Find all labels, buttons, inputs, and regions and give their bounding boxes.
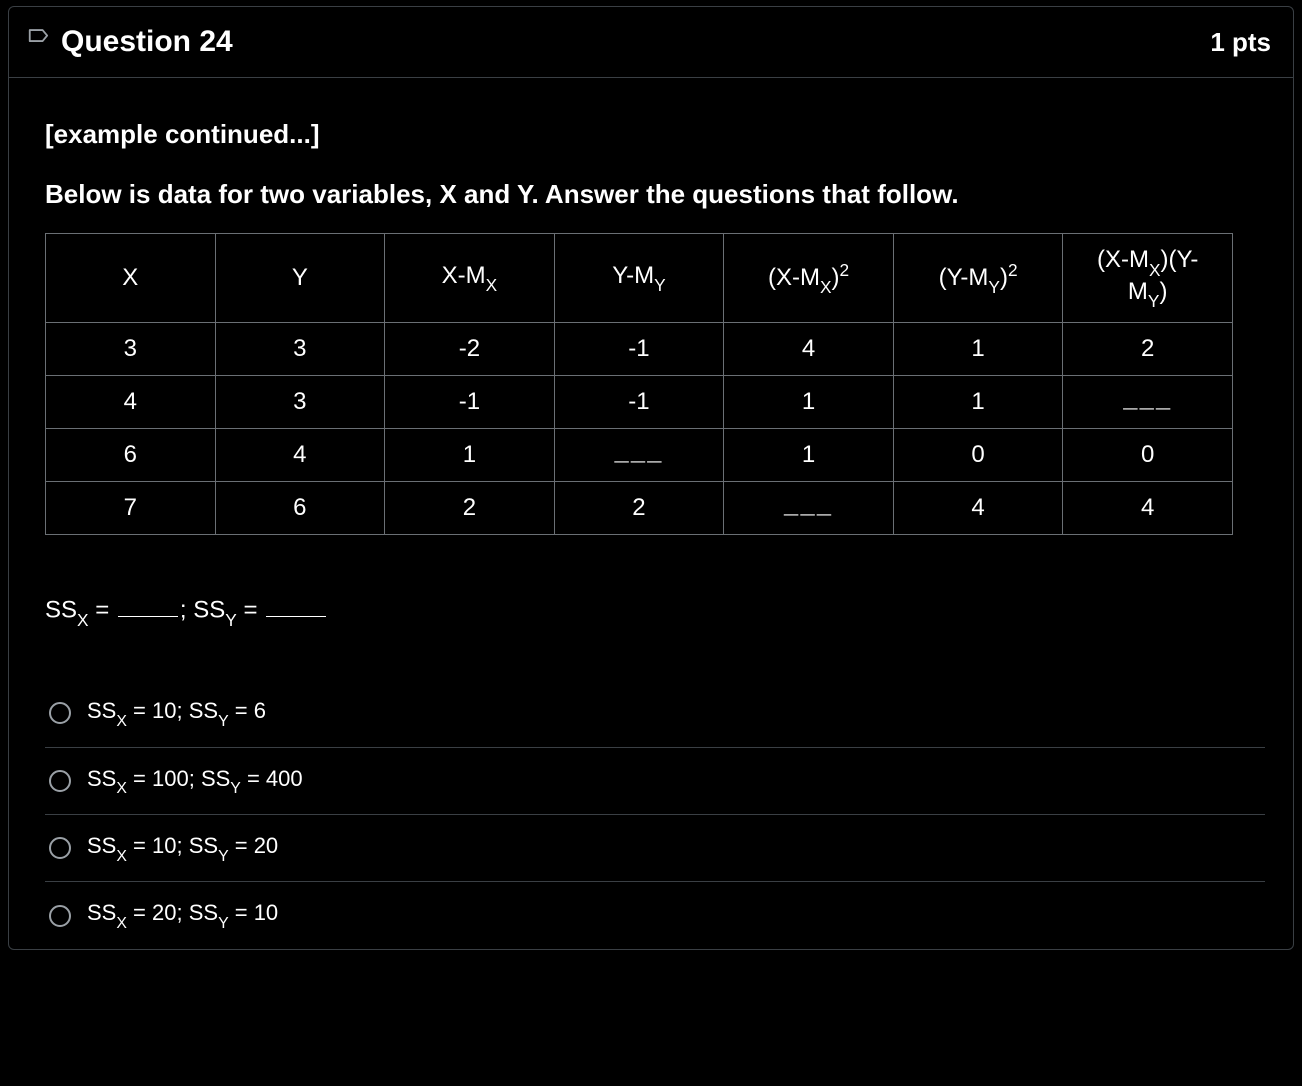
table-row: 6 4 1 ___ 1 0 0 xyxy=(46,428,1233,481)
answer-label: SSX = 100; SSY = 400 xyxy=(87,766,303,796)
answer-label: SSX = 10; SSY = 6 xyxy=(87,698,266,728)
question-prompt: [example continued...] Below is data for… xyxy=(45,114,1265,215)
fill-in-prompt: SSX = ; SSY = xyxy=(45,595,1265,628)
blank-ssy xyxy=(266,595,326,618)
table-row: 4 3 -1 -1 1 1 ___ xyxy=(46,375,1233,428)
col-x: X xyxy=(46,234,216,323)
question-header: Question 24 1 pts xyxy=(9,7,1293,78)
radio-icon[interactable] xyxy=(49,837,71,859)
question-points: 1 pts xyxy=(1210,27,1271,58)
header-left: Question 24 xyxy=(27,25,233,59)
blank-ssx xyxy=(118,595,178,618)
answer-option[interactable]: SSX = 10; SSY = 6 xyxy=(45,680,1265,747)
answer-option[interactable]: SSX = 10; SSY = 20 xyxy=(45,815,1265,882)
question-body: [example continued...] Below is data for… xyxy=(9,78,1293,949)
radio-icon[interactable] xyxy=(49,770,71,792)
table-header-row: X Y X-MX Y-MY (X-MX)2 (Y-MY)2 (X-MX)(Y- … xyxy=(46,234,1233,323)
question-title: Question 24 xyxy=(61,25,233,59)
col-y: Y xyxy=(215,234,385,323)
col-xmx: X-MX xyxy=(385,234,555,323)
col-ymy: Y-MY xyxy=(554,234,724,323)
flag-icon[interactable] xyxy=(27,28,49,56)
answer-label: SSX = 20; SSY = 10 xyxy=(87,900,278,930)
table-row: 3 3 -2 -1 4 1 2 xyxy=(46,322,1233,375)
prompt-line-1: [example continued...] xyxy=(45,114,1265,156)
col-ymy2: (Y-MY)2 xyxy=(893,234,1063,323)
radio-icon[interactable] xyxy=(49,702,71,724)
answer-option[interactable]: SSX = 20; SSY = 10 xyxy=(45,882,1265,948)
answer-label: SSX = 10; SSY = 20 xyxy=(87,833,278,863)
data-table: X Y X-MX Y-MY (X-MX)2 (Y-MY)2 (X-MX)(Y- … xyxy=(45,233,1233,535)
radio-icon[interactable] xyxy=(49,905,71,927)
table-row: 7 6 2 2 ___ 4 4 xyxy=(46,481,1233,534)
question-card: Question 24 1 pts [example continued...]… xyxy=(8,6,1294,950)
prompt-line-2: Below is data for two variables, X and Y… xyxy=(45,174,1265,216)
answer-option[interactable]: SSX = 100; SSY = 400 xyxy=(45,748,1265,815)
col-prod: (X-MX)(Y- MY) xyxy=(1063,234,1233,323)
answer-options: SSX = 10; SSY = 6 SSX = 100; SSY = 400 S… xyxy=(45,680,1265,949)
col-xmx2: (X-MX)2 xyxy=(724,234,894,323)
